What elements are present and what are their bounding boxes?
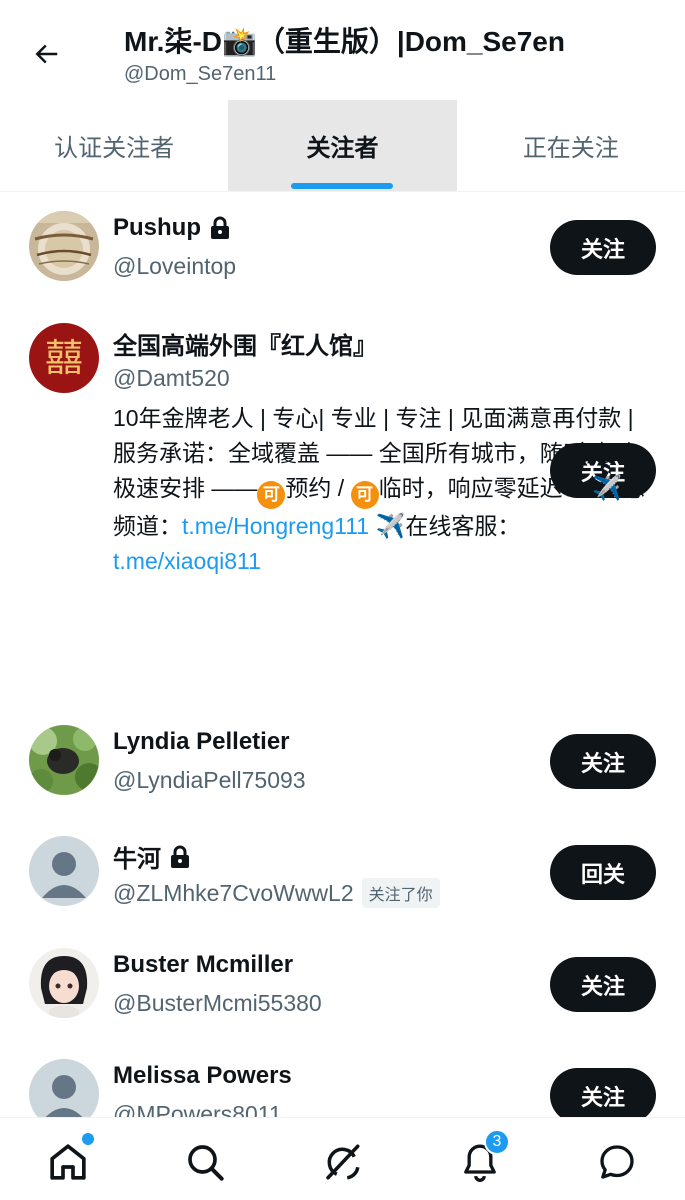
- user-handle-line: @LyndiaPell75093: [113, 767, 306, 794]
- user-handle: @Damt520: [113, 365, 230, 391]
- tab-label: 正在关注: [522, 135, 619, 162]
- nav-search[interactable]: [181, 1138, 229, 1186]
- user-name-line: 全国高端外围『红人馆』: [113, 326, 377, 361]
- user-name-line: Buster Mcmiller: [113, 951, 293, 979]
- user-name-line: Lyndia Pelletier: [113, 728, 290, 756]
- bio-text: 在线客服：: [405, 513, 521, 539]
- user-handle-line: @Loveintop: [113, 253, 236, 280]
- user-name[interactable]: 牛河: [113, 839, 161, 874]
- user-name-line: Melissa Powers: [113, 1062, 292, 1090]
- tab-verified-followers[interactable]: 认证关注者: [0, 100, 228, 191]
- follows-you-badge: 关注了你: [361, 878, 440, 908]
- profile-handle: @Dom_Se7en11: [124, 63, 277, 85]
- user-row[interactable]: Buster Mcmiller @BusterMcmi55380 关注: [0, 929, 685, 1040]
- profile-header: Mr.柒-D📸（重生版）|Dom_Se7en @Dom_Se7en11: [0, 0, 685, 100]
- avatar[interactable]: [29, 948, 99, 1018]
- airplane-icon: ✈️: [591, 475, 622, 502]
- bio-text: 预约 /: [285, 475, 351, 501]
- user-handle: @Loveintop: [113, 253, 237, 279]
- arrow-left-icon: [35, 44, 58, 64]
- follow-back-button[interactable]: 回关: [550, 845, 656, 900]
- ke-emoji-icon: 可: [257, 481, 286, 509]
- user-bio: 10年金牌老人 | 专心| 专业 | 专注 | 见面满意再付款 | 服务承诺：全…: [113, 401, 658, 579]
- follow-button[interactable]: 关注: [550, 220, 656, 275]
- user-name-line: Pushup: [113, 214, 231, 242]
- avatar[interactable]: [29, 211, 99, 281]
- user-row[interactable]: Lyndia Pelletier @LyndiaPell75093 关注: [0, 706, 685, 817]
- double-happiness-avatar-image: 囍: [29, 323, 99, 393]
- nav-notifications[interactable]: 3: [456, 1129, 510, 1186]
- followers-list: Pushup @Loveintop 关注 囍 全国高端外围『红人馆』 @Damt…: [0, 192, 685, 1152]
- nav-grok[interactable]: [318, 1138, 366, 1186]
- search-icon: [188, 1145, 224, 1181]
- nav-home[interactable]: [44, 1133, 94, 1186]
- tab-label: 关注者: [306, 135, 379, 162]
- profile-name: Mr.柒-D📸（重生版）|Dom_Se7en: [124, 26, 565, 57]
- user-name[interactable]: Lyndia Pelletier: [113, 728, 290, 756]
- bio-link[interactable]: t.me/Hongreng111: [182, 513, 369, 539]
- default-avatar-icon: [29, 836, 99, 906]
- nav-messages[interactable]: [593, 1138, 641, 1186]
- anime-girl-avatar-image: [29, 948, 99, 1018]
- bio-link[interactable]: t.me/xiaoqi811: [113, 548, 261, 574]
- follow-button[interactable]: 关注: [550, 734, 656, 789]
- user-handle-line: @BusterMcmi55380: [113, 990, 322, 1017]
- tab-label: 认证关注者: [54, 135, 175, 162]
- tab-followers[interactable]: 关注者: [228, 100, 457, 191]
- bio-text: 临时，响应零延迟！: [378, 475, 592, 501]
- tab-following[interactable]: 正在关注: [457, 100, 685, 191]
- airplane-icon: ✈️: [375, 513, 406, 540]
- follow-button[interactable]: 关注: [550, 1068, 656, 1123]
- user-name-line: 牛河: [113, 839, 191, 874]
- avatar[interactable]: [29, 836, 99, 906]
- user-handle: @ZLMhke7CvoWwwL2: [113, 879, 354, 906]
- user-row[interactable]: 牛河 @ZLMhke7CvoWwwL2 关注了你 回关: [0, 817, 685, 929]
- user-name[interactable]: 全国高端外围『红人馆』: [113, 326, 377, 361]
- user-name[interactable]: Melissa Powers: [113, 1062, 292, 1090]
- bottom-navigation: 3: [0, 1117, 685, 1200]
- user-row[interactable]: 囍 全国高端外围『红人馆』 @Damt520 关注 10年金牌老人 | 专心| …: [0, 304, 685, 706]
- home-icon: [50, 1144, 86, 1180]
- user-handle: @LyndiaPell75093: [113, 767, 306, 793]
- follow-button[interactable]: 关注: [550, 957, 656, 1012]
- back-button[interactable]: [24, 34, 68, 74]
- lock-icon: [171, 845, 189, 868]
- user-row[interactable]: Pushup @Loveintop 关注: [0, 192, 685, 304]
- user-name[interactable]: Buster Mcmiller: [113, 951, 293, 979]
- active-tab-indicator: [291, 183, 394, 189]
- follow-tabs: 认证关注者 关注者 正在关注: [0, 100, 685, 192]
- avatar-glyph: 囍: [45, 336, 83, 380]
- user-handle: @BusterMcmi55380: [113, 990, 322, 1016]
- nature-photo-avatar-image: [29, 725, 99, 795]
- avatar[interactable]: [29, 725, 99, 795]
- champagne-label-avatar-image: [29, 211, 99, 281]
- followers-screen: Mr.柒-D📸（重生版）|Dom_Se7en @Dom_Se7en11 认证关注…: [0, 0, 685, 1200]
- notifications-count-badge: 3: [484, 1129, 510, 1155]
- lock-icon: [211, 216, 229, 239]
- new-content-dot: [82, 1133, 94, 1145]
- user-handle-line: @ZLMhke7CvoWwwL2 关注了你: [113, 878, 440, 908]
- messages-icon: [600, 1145, 634, 1179]
- user-handle-line: @Damt520: [113, 365, 230, 392]
- user-name[interactable]: Pushup: [113, 214, 201, 242]
- ke-emoji-icon: 可: [350, 481, 379, 509]
- avatar[interactable]: 囍: [29, 323, 99, 393]
- grok-icon: [326, 1144, 360, 1180]
